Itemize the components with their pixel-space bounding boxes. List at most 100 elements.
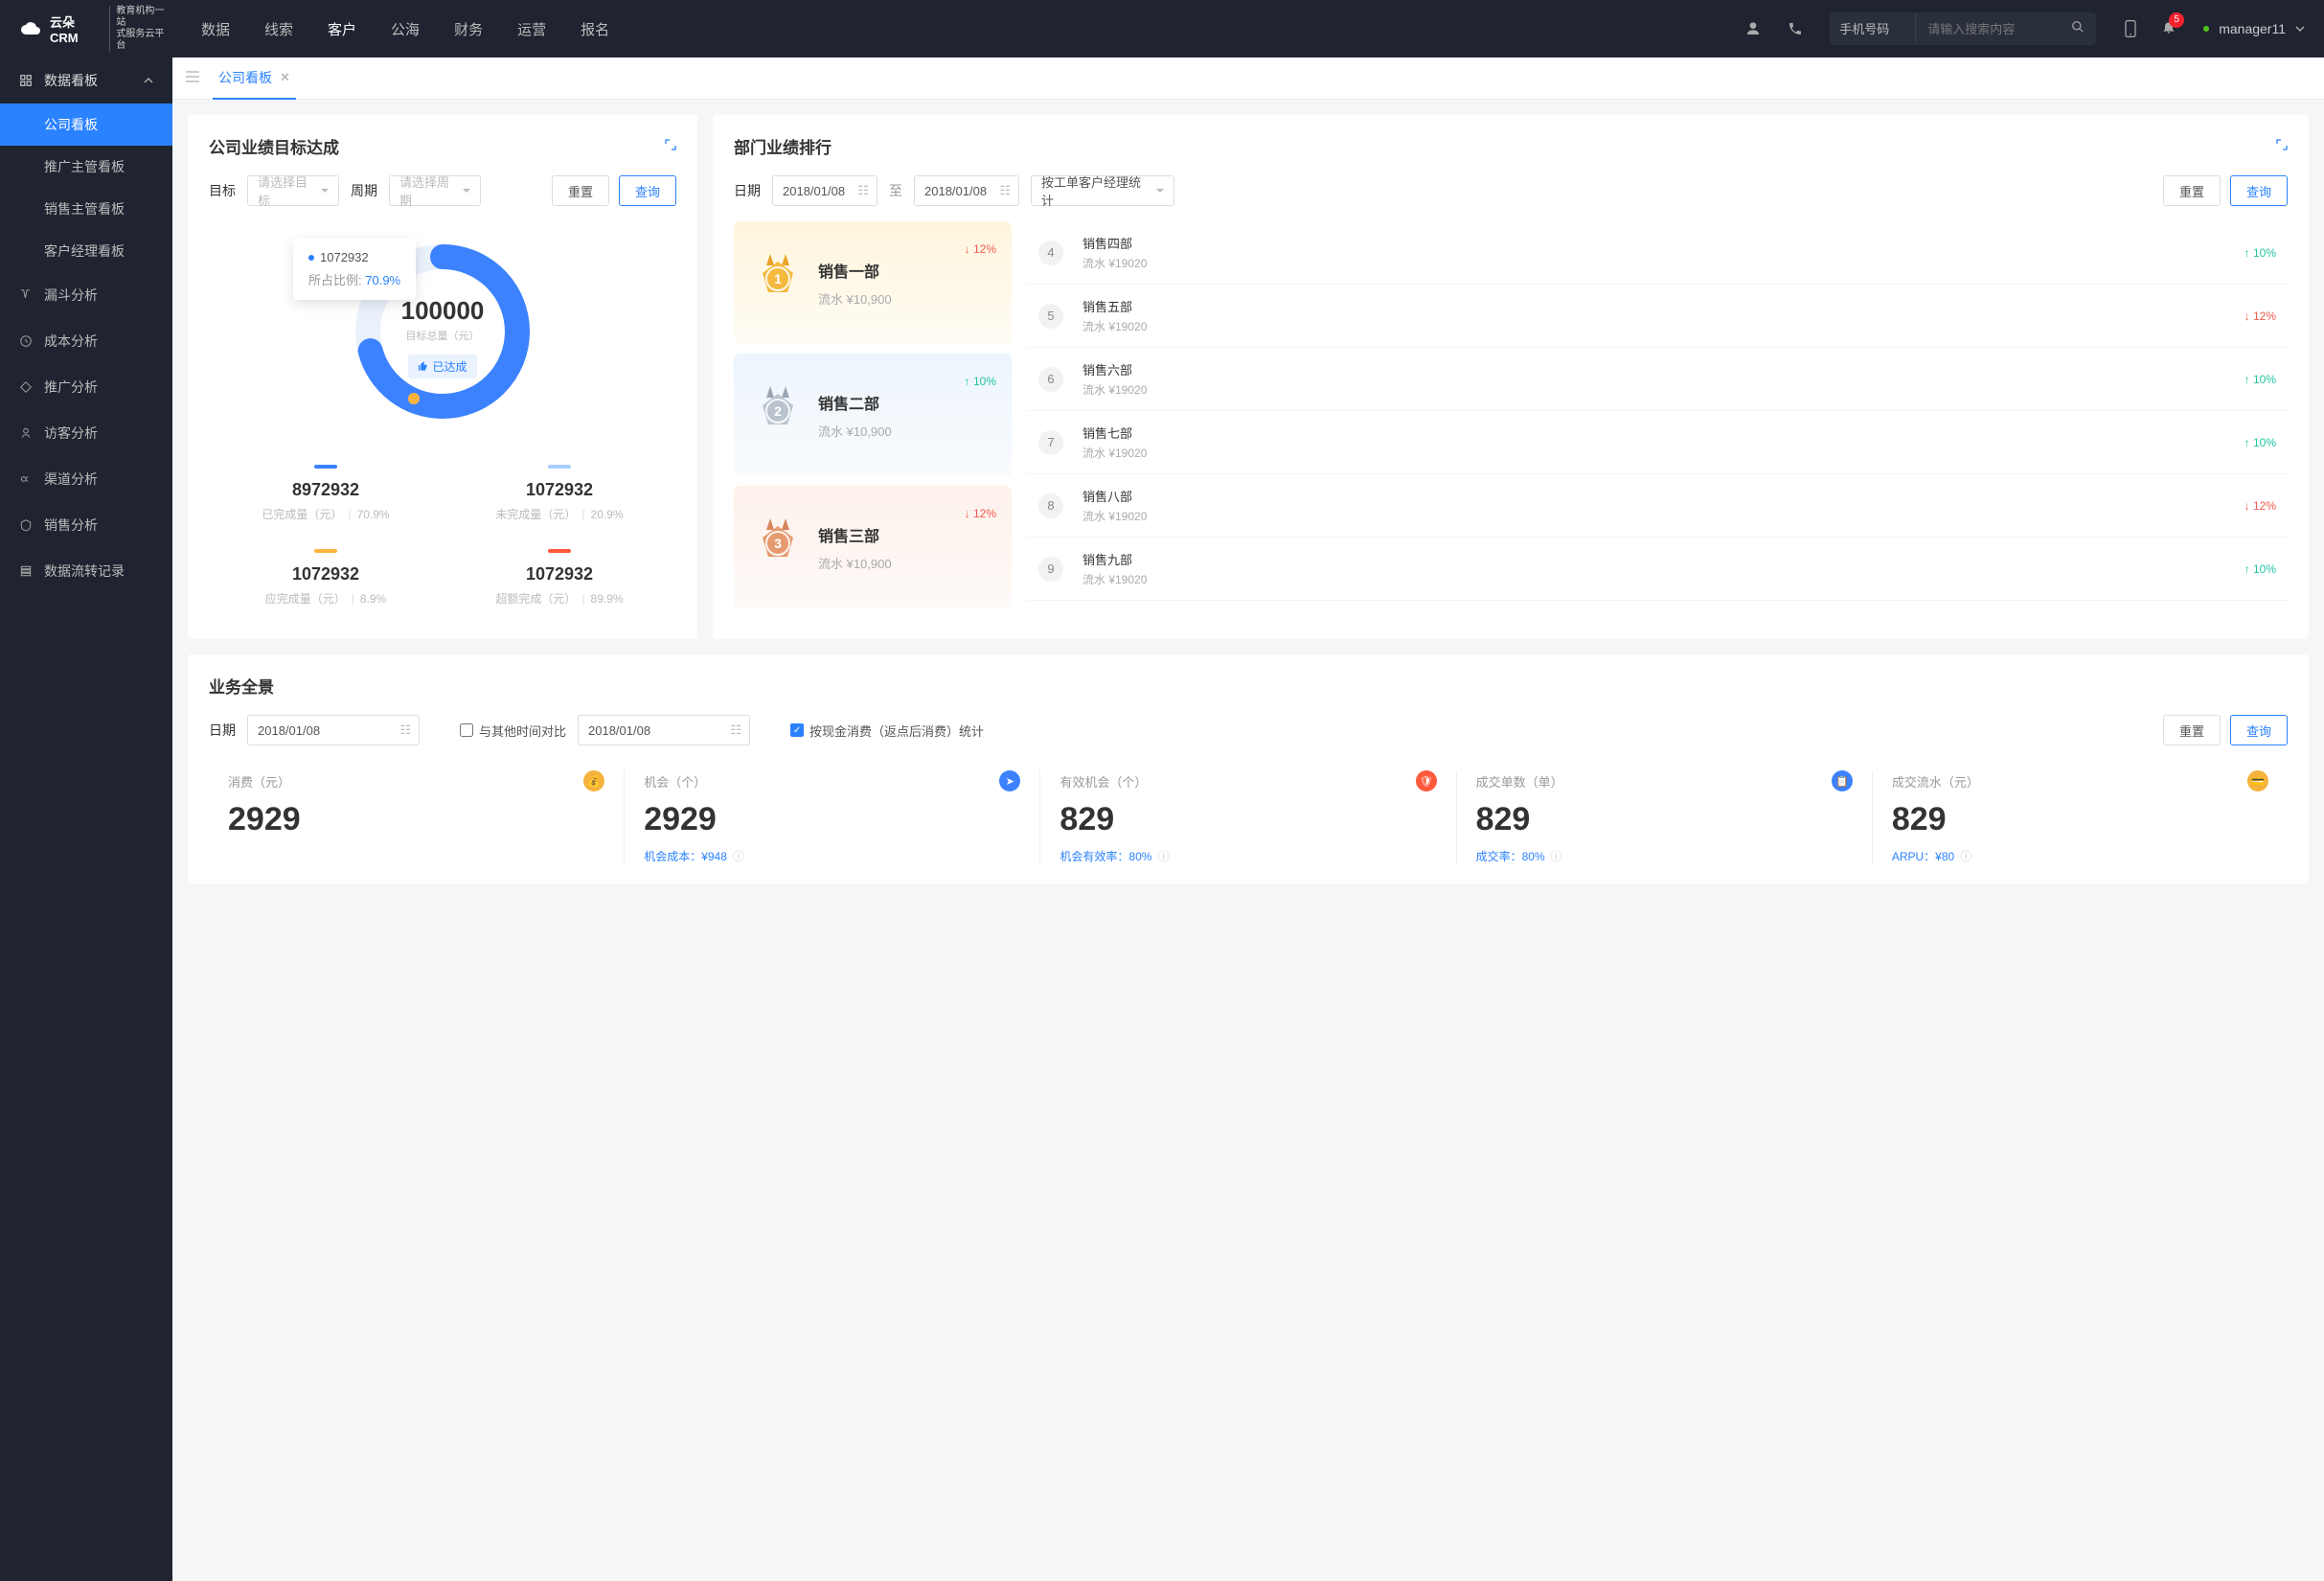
achieved-tag: 已达成 (408, 355, 476, 378)
kpi-sub: 机会有效率：80% ⓘ (1059, 848, 1436, 864)
collapse-sidebar-button[interactable] (186, 70, 199, 87)
donut-tooltip: 1072932 所占比例: 70.9% (293, 239, 416, 300)
compare-checkbox[interactable]: 与其他时间对比 (460, 722, 566, 740)
reset-button[interactable]: 重置 (2163, 715, 2221, 745)
sidebar-sub-2[interactable]: 销售主管看板 (0, 188, 172, 230)
search: 手机号码 (1830, 12, 2096, 45)
brand-sub: 教育机构一站式服务云平台 (109, 6, 172, 52)
brand-main: 云朵CRM (50, 12, 102, 45)
nav-icon (19, 288, 33, 302)
tab-bar: 公司看板 ✕ (172, 57, 2324, 100)
overview-title: 业务全景 (209, 674, 274, 698)
cash-stat-checkbox[interactable]: ✓按现金消费（返点后消费）统计 (790, 722, 984, 740)
nav-icon (19, 472, 33, 486)
brand-logo: 云朵CRM 教育机构一站式服务云平台 (19, 6, 172, 52)
sidebar-item-2[interactable]: 推广分析 (0, 364, 172, 410)
target-label: 目标 (209, 181, 236, 200)
goal-stat: 1072932未完成量（元）|20.9% (443, 451, 676, 536)
nav-线索[interactable]: 线索 (264, 19, 293, 39)
medal-icon: 2 (751, 388, 805, 442)
help-icon[interactable]: ⓘ (1551, 848, 1562, 864)
goal-stat: 1072932应完成量（元）|8.9% (209, 536, 443, 620)
trend-indicator: ↑ 10% (2244, 246, 2276, 260)
podium-1: 1销售一部流水 ¥10,900↓ 12% (734, 221, 1012, 344)
search-input[interactable] (1916, 22, 2060, 36)
svg-text:2: 2 (774, 403, 782, 419)
device-icon[interactable] (2123, 19, 2138, 38)
kpi-icon: 💳 (2247, 770, 2268, 791)
rank-row: 7销售七部流水 ¥19020↑ 10% (1027, 411, 2288, 474)
phone-icon[interactable] (1788, 21, 1803, 36)
query-button[interactable]: 查询 (2230, 715, 2288, 745)
donut-center: 100000 目标总量（元） 已达成 (401, 296, 485, 378)
expand-icon[interactable] (665, 139, 676, 153)
user-icon[interactable] (1745, 21, 1761, 36)
nav-公海[interactable]: 公海 (391, 19, 420, 39)
sidebar-sub-0[interactable]: 公司看板 (0, 103, 172, 146)
period-label: 周期 (351, 181, 377, 200)
trend-indicator: ↓ 12% (2244, 499, 2276, 513)
target-select[interactable]: 请选择目标 (247, 175, 339, 206)
goal-stat: 1072932超额完成（元）|89.9% (443, 536, 676, 620)
sidebar-item-6[interactable]: 数据流转记录 (0, 548, 172, 594)
ranking-card: 部门业绩排行 日期 2018/01/08☷ 至 2018/01/08☷ 按工单客… (713, 115, 2309, 639)
tab-company-board[interactable]: 公司看板 ✕ (213, 57, 296, 100)
date-to-input[interactable]: 2018/01/08☷ (914, 175, 1019, 206)
goal-stat: 8972932已完成量（元）|70.9% (209, 451, 443, 536)
notifications-button[interactable]: 5 (2161, 18, 2176, 40)
compare-date-input[interactable]: 2018/01/08☷ (578, 715, 750, 745)
nav-财务[interactable]: 财务 (454, 19, 483, 39)
period-select[interactable]: 请选择周期 (389, 175, 481, 206)
kpi-sub: ARPU：¥80 ⓘ (1892, 848, 2268, 864)
help-icon[interactable]: ⓘ (1157, 848, 1169, 864)
date-from-input[interactable]: 2018/01/08☷ (772, 175, 877, 206)
sidebar-sub-3[interactable]: 客户经理看板 (0, 230, 172, 272)
reset-button[interactable]: 重置 (2163, 175, 2221, 206)
rank-title: 部门业绩排行 (734, 134, 832, 158)
nav-icon (19, 380, 33, 394)
kpi-sub: 机会成本：¥948 ⓘ (644, 848, 1020, 864)
sidebar: 数据看板 公司看板推广主管看板销售主管看板客户经理看板 漏斗分析成本分析推广分析… (0, 57, 172, 1581)
expand-icon[interactable] (2276, 139, 2288, 153)
kpi-3: 成交单数（单）📋829成交率：80% ⓘ (1457, 770, 1873, 864)
help-icon[interactable]: ⓘ (1960, 848, 1971, 864)
trend-indicator: ↑ 10% (2244, 436, 2276, 449)
main-area: 公司看板 ✕ 公司业绩目标达成 目标 请选择目标 周期 请选择周期 重置 查询 (172, 57, 2324, 899)
kpi-icon: 💰 (583, 770, 604, 791)
kpi-2: 有效机会（个）🛡829机会有效率：80% ⓘ (1040, 770, 1456, 864)
nav-运营[interactable]: 运营 (517, 19, 546, 39)
nav-报名[interactable]: 报名 (581, 19, 609, 39)
top-menu: 数据 线索 客户 公海 财务 运营 报名 (201, 19, 609, 39)
reset-button[interactable]: 重置 (552, 175, 609, 206)
sidebar-item-5[interactable]: 销售分析 (0, 502, 172, 548)
search-type-select[interactable]: 手机号码 (1830, 12, 1916, 45)
nav-icon (19, 334, 33, 348)
sidebar-sub-1[interactable]: 推广主管看板 (0, 146, 172, 188)
search-icon[interactable] (2060, 20, 2096, 38)
trend-indicator: ↓ 12% (965, 242, 996, 256)
nav-icon (19, 426, 33, 440)
trend-indicator: ↑ 10% (2244, 373, 2276, 386)
date-label: 日期 (734, 181, 761, 200)
sidebar-item-3[interactable]: 访客分析 (0, 410, 172, 456)
nav-数据[interactable]: 数据 (201, 19, 230, 39)
goal-title: 公司业绩目标达成 (209, 134, 339, 158)
date-to-sep: 至 (889, 181, 902, 200)
top-nav: 云朵CRM 教育机构一站式服务云平台 数据 线索 客户 公海 财务 运营 报名 手机号码 5… (0, 0, 2324, 57)
chevron-down-icon (2295, 24, 2305, 34)
user-menu[interactable]: manager11 (2203, 21, 2305, 36)
stat-by-select[interactable]: 按工单客户经理统计 (1031, 175, 1174, 206)
sidebar-item-1[interactable]: 成本分析 (0, 318, 172, 364)
notif-badge: 5 (2169, 12, 2184, 28)
query-button[interactable]: 查询 (2230, 175, 2288, 206)
help-icon[interactable]: ⓘ (733, 848, 744, 864)
sidebar-item-0[interactable]: 漏斗分析 (0, 272, 172, 318)
sidebar-group-dashboard[interactable]: 数据看板 (0, 57, 172, 103)
sidebar-item-4[interactable]: 渠道分析 (0, 456, 172, 502)
date-input[interactable]: 2018/01/08☷ (247, 715, 420, 745)
close-icon[interactable]: ✕ (280, 70, 290, 85)
query-button[interactable]: 查询 (619, 175, 676, 206)
nav-客户[interactable]: 客户 (328, 19, 356, 39)
user-name: manager11 (2219, 21, 2286, 36)
rank-row: 9销售九部流水 ¥19020↑ 10% (1027, 538, 2288, 601)
